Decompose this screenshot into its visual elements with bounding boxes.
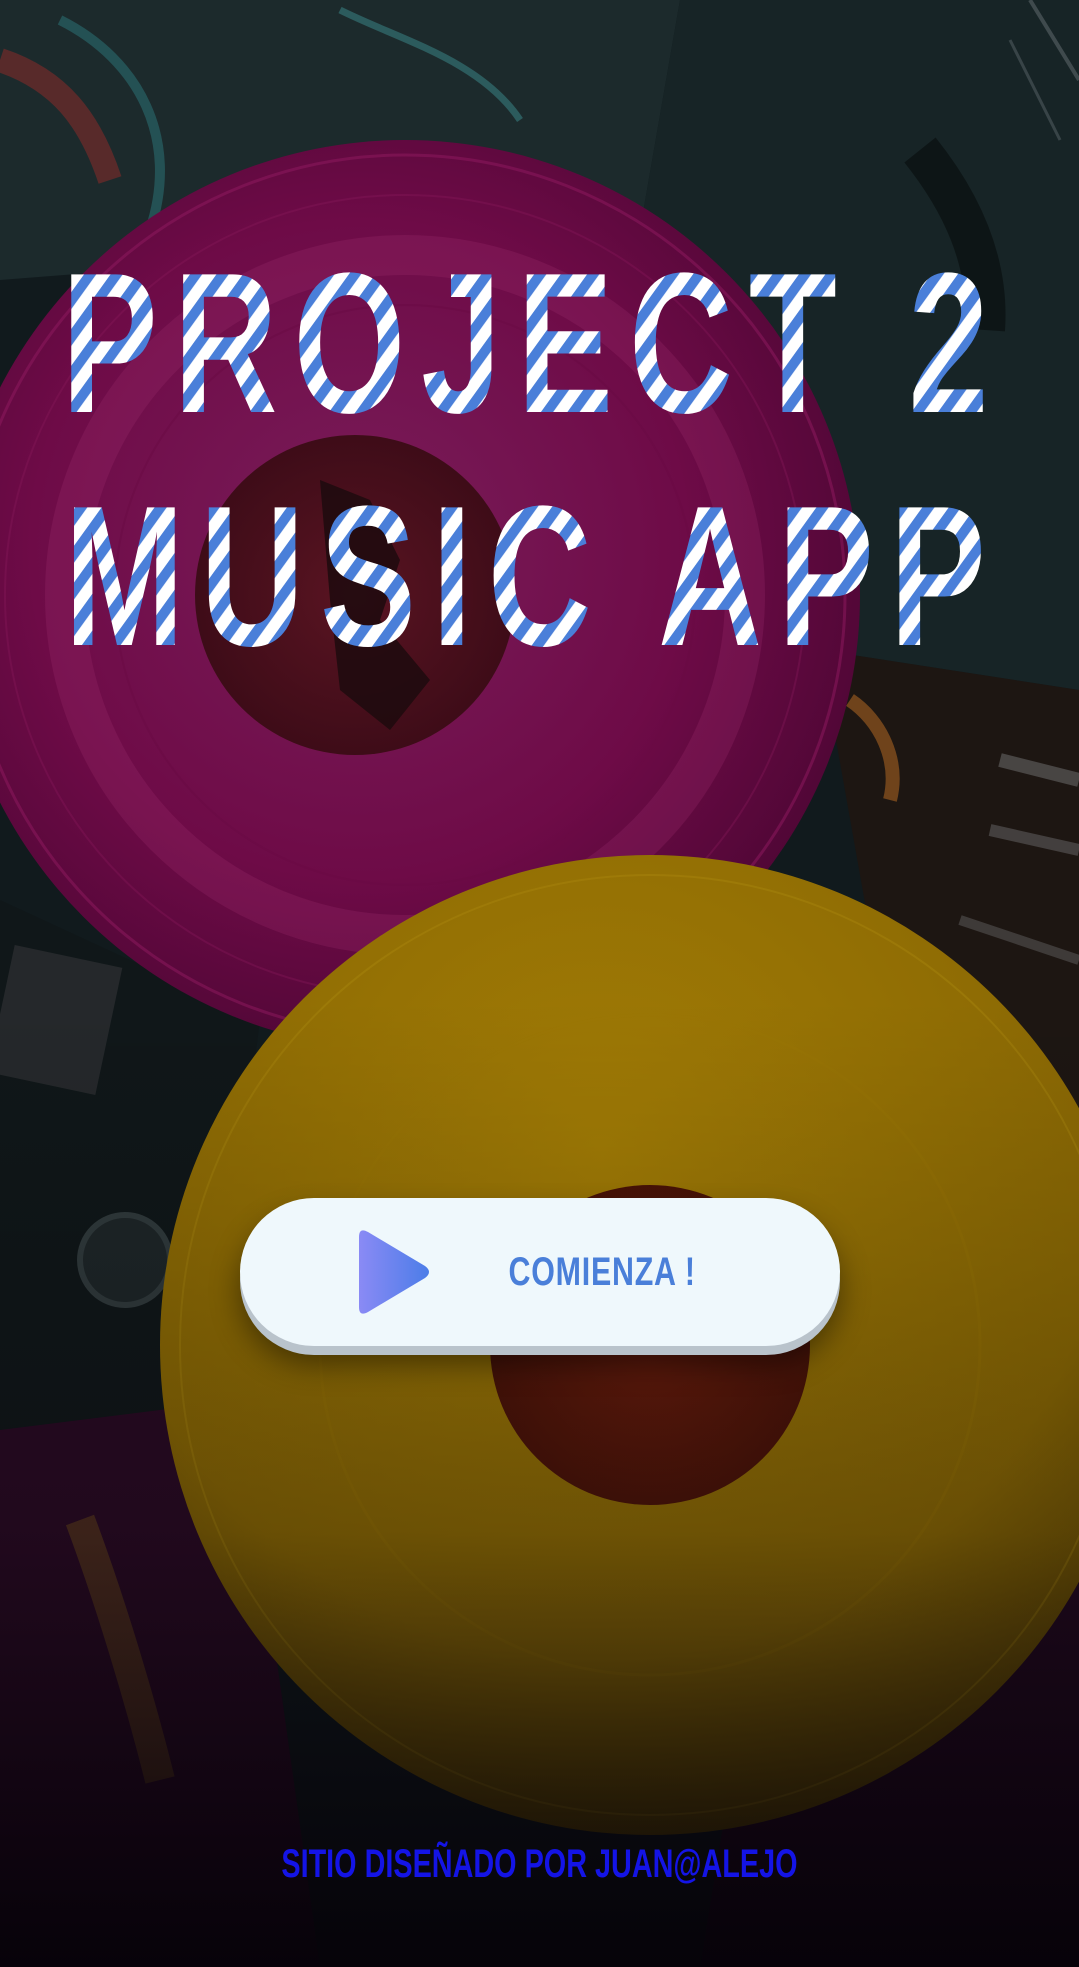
start-button-label: COMIENZA ! — [508, 1249, 696, 1294]
start-button[interactable]: COMIENZA ! — [240, 1198, 840, 1346]
landing-page: PROJECT 2 MUSIC APP COMIENZA ! SITIO DIS… — [0, 0, 1079, 1967]
title-line-2: MUSIC APP — [64, 464, 1001, 688]
hero-title: PROJECT 2 MUSIC APP — [62, 231, 1005, 688]
credits-link[interactable]: SITIO DISEÑADO POR JUAN@ALEJO — [0, 1842, 1079, 1887]
title-line-1: PROJECT 2 — [62, 231, 1005, 455]
credits-link-text: SITIO DISEÑADO POR JUAN@ALEJO — [281, 1842, 798, 1886]
play-icon — [358, 1230, 429, 1314]
